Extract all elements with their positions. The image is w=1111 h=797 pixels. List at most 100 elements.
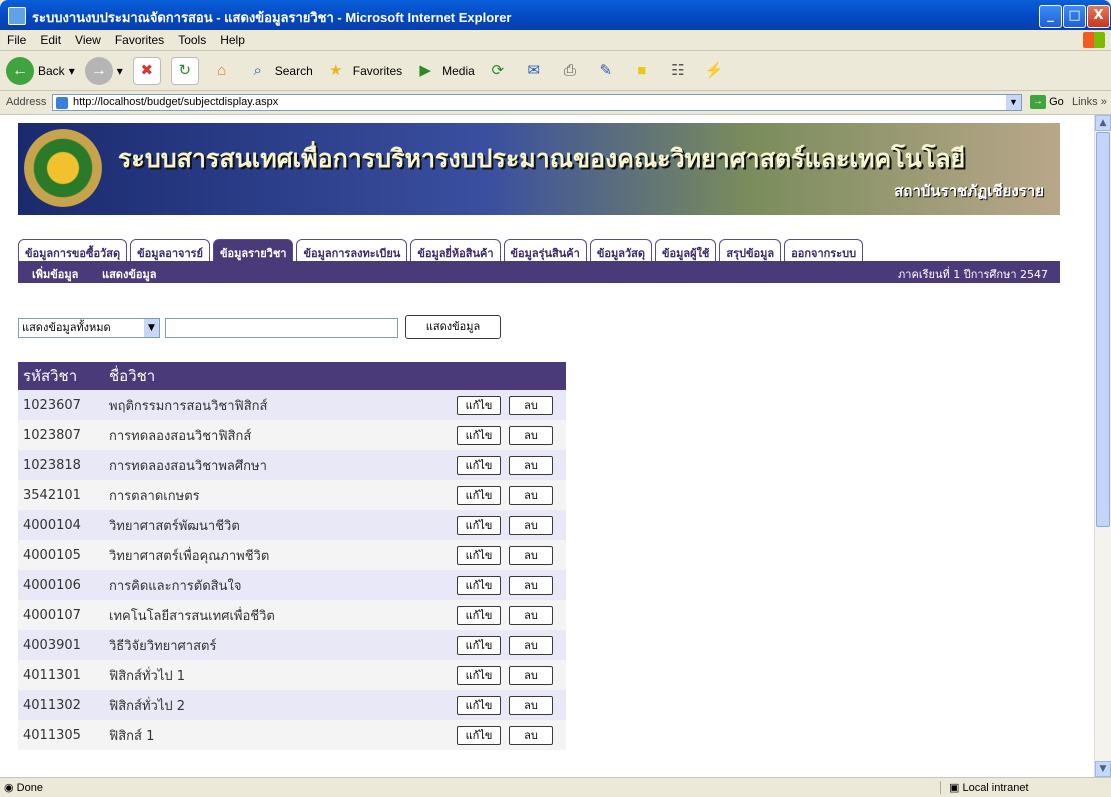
calculator-icon[interactable]: ☷: [665, 58, 691, 84]
subject-code: 4011302: [18, 690, 104, 720]
row-actions: แก้ไข ลบ: [430, 540, 566, 570]
subject-code: 1023607: [18, 390, 104, 420]
tab-summary[interactable]: สรุปข้อมูล: [719, 239, 782, 261]
edit-button[interactable]: แก้ไข: [457, 605, 501, 625]
delete-button[interactable]: ลบ: [509, 575, 553, 595]
banner-headline: ระบบสารสนเทศเพื่อการบริหารงบประมาณของคณะ…: [118, 144, 966, 173]
show-data-link[interactable]: แสดงข้อมูล: [102, 265, 156, 283]
refresh-icon[interactable]: ↻: [170, 56, 199, 85]
main-tabs: ข้อมูลการขอซื้อวัสดุ ข้อมูลอาจารย์ ข้อมู…: [18, 239, 866, 261]
vertical-scrollbar[interactable]: ▲ ▼: [1094, 115, 1111, 777]
stop-icon[interactable]: ✖: [132, 56, 161, 85]
add-data-link[interactable]: เพิ่มข้อมูล: [32, 265, 78, 283]
row-actions: แก้ไข ลบ: [430, 570, 566, 600]
show-data-button[interactable]: แสดงข้อมูล: [405, 315, 501, 339]
delete-button[interactable]: ลบ: [509, 395, 553, 415]
table-row: 4003901 วิธีวิจัยวิทยาศาสตร์ แก้ไข ลบ: [18, 630, 566, 660]
go-button[interactable]: → Go: [1030, 95, 1064, 109]
menu-favorites[interactable]: Favorites: [108, 30, 171, 50]
discuss-icon[interactable]: ■: [629, 58, 655, 84]
scroll-up-icon[interactable]: ▲: [1095, 115, 1111, 131]
delete-button[interactable]: ลบ: [509, 695, 553, 715]
links-button[interactable]: Links »: [1072, 96, 1107, 108]
maximize-button[interactable]: □: [1063, 5, 1086, 28]
tab-teachers[interactable]: ข้อมูลอาจารย์: [130, 239, 210, 261]
print-icon[interactable]: ⎙: [557, 58, 583, 84]
delete-button[interactable]: ลบ: [509, 425, 553, 445]
mail-icon[interactable]: ✉: [521, 58, 547, 84]
table-row: 4000107 เทคโนโลยีสารสนเทศเพื่อชีวิต แก้ไข ล…: [18, 600, 566, 630]
window-title: ระบบงานงบประมาณจัดการสอน - แสดงข้อมูลราย…: [32, 10, 512, 25]
delete-button[interactable]: ลบ: [509, 515, 553, 535]
menu-view[interactable]: View: [68, 30, 108, 50]
delete-button[interactable]: ลบ: [509, 545, 553, 565]
tab-materials[interactable]: ข้อมูลวัสดุ: [589, 239, 652, 261]
chevron-down-icon[interactable]: ▼: [1006, 95, 1021, 110]
edit-button[interactable]: แก้ไข: [457, 395, 501, 415]
forward-button[interactable]: → ▾: [84, 56, 123, 85]
tab-logout[interactable]: ออกจากระบบ: [784, 239, 864, 261]
term-label: ภาคเรียนที่ 1 ปีการศึกษา 2547: [898, 268, 1048, 281]
subject-name: วิทยาศาสตร์พัฒนาชีวิต: [104, 510, 430, 540]
subject-name: ฟิสิกส์ทั่วไป 2: [104, 690, 430, 720]
subject-code: 1023807: [18, 420, 104, 450]
tab-brands[interactable]: ข้อมูลยี่ห้อสินค้า: [410, 239, 501, 261]
menu-file[interactable]: File: [0, 30, 33, 50]
search-input[interactable]: [165, 318, 398, 338]
edit-button[interactable]: แก้ไข: [457, 695, 501, 715]
filter-select[interactable]: แสดงข้อมูลทั้งหมด ▼: [18, 318, 160, 338]
menu-edit[interactable]: Edit: [33, 30, 68, 50]
banner-subtitle: สถาบันราชภัฏเชียงราย: [894, 182, 1044, 200]
delete-button[interactable]: ลบ: [509, 605, 553, 625]
favorites-button[interactable]: ★ Favorites: [323, 58, 402, 84]
edit-button[interactable]: แก้ไข: [457, 725, 501, 745]
scroll-thumb[interactable]: [1096, 132, 1110, 527]
minimize-button[interactable]: _: [1039, 5, 1062, 28]
delete-button[interactable]: ลบ: [509, 455, 553, 475]
menu-help[interactable]: Help: [213, 30, 252, 50]
delete-button[interactable]: ลบ: [509, 635, 553, 655]
search-button[interactable]: ⌕ Search: [245, 58, 313, 84]
edit-button[interactable]: แก้ไข: [457, 665, 501, 685]
edit-button[interactable]: แก้ไข: [457, 635, 501, 655]
subject-code: 4000105: [18, 540, 104, 570]
edit-button[interactable]: แก้ไข: [457, 515, 501, 535]
row-actions: แก้ไข ลบ: [430, 420, 566, 450]
media-button[interactable]: ▶ Media: [412, 58, 474, 84]
edit-button[interactable]: แก้ไข: [457, 455, 501, 475]
subject-code: 4000107: [18, 600, 104, 630]
edit-page-icon[interactable]: ✎: [593, 58, 619, 84]
history-icon[interactable]: ⟳: [485, 58, 511, 84]
subject-name: การคิดและการตัดสินใจ: [104, 570, 430, 600]
site-banner: ระบบสารสนเทศเพื่อการบริหารงบประมาณของคณะ…: [18, 123, 1060, 215]
row-actions: แก้ไข ลบ: [430, 510, 566, 540]
menu-tools[interactable]: Tools: [171, 30, 213, 50]
tab-purchase[interactable]: ข้อมูลการขอซื้อวัสดุ: [18, 239, 128, 261]
delete-button[interactable]: ลบ: [509, 665, 553, 685]
table-header: รหัสวิชา ชื่อวิชา: [18, 362, 566, 390]
scroll-down-icon[interactable]: ▼: [1095, 761, 1111, 777]
tab-subjects[interactable]: ข้อมูลรายวิชา: [213, 239, 294, 261]
edit-button[interactable]: แก้ไข: [457, 485, 501, 505]
messenger-icon[interactable]: ⚡: [701, 58, 727, 84]
address-input[interactable]: http://localhost/budget/subjectdisplay.a…: [52, 94, 1022, 111]
row-actions: แก้ไข ลบ: [430, 660, 566, 690]
delete-button[interactable]: ลบ: [509, 485, 553, 505]
delete-button[interactable]: ลบ: [509, 725, 553, 745]
tab-models[interactable]: ข้อมูลรุ่นสินค้า: [503, 239, 587, 261]
table-row: 1023818 การทดลองสอนวิชาพลศึกษา แก้ไข ลบ: [18, 450, 566, 480]
chevron-down-icon: ▾: [68, 63, 75, 78]
close-button[interactable]: X: [1087, 5, 1110, 28]
title-bar: ระบบงานงบประมาณจัดการสอน - แสดงข้อมูลราย…: [0, 0, 1111, 30]
links-label: Links: [1072, 96, 1098, 108]
home-icon[interactable]: ⌂: [209, 58, 235, 84]
star-icon: ★: [329, 61, 343, 79]
tab-users[interactable]: ข้อมูลผู้ใช้: [655, 239, 717, 261]
tab-registration[interactable]: ข้อมูลการลงทะเบียน: [296, 239, 408, 261]
edit-button[interactable]: แก้ไข: [457, 545, 501, 565]
edit-button[interactable]: แก้ไข: [457, 425, 501, 445]
institute-logo: [24, 129, 102, 207]
edit-button[interactable]: แก้ไข: [457, 575, 501, 595]
address-label: Address: [6, 96, 47, 108]
back-button[interactable]: ← Back ▾: [6, 56, 75, 85]
